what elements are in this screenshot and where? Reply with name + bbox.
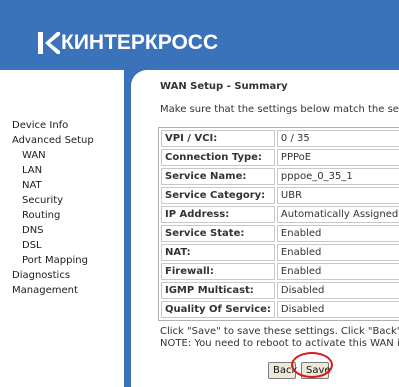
- main-panel: WAN Setup - Summary Make sure that the s…: [131, 70, 399, 387]
- row-value: Disabled: [276, 282, 399, 299]
- row-label: NAT:: [161, 244, 275, 261]
- table-row: VPI / VCI: 0 / 35: [161, 130, 399, 147]
- logo-mark-icon: [38, 32, 60, 54]
- row-label: IGMP Multicast:: [161, 282, 275, 299]
- row-value: 0 / 35: [276, 130, 399, 147]
- instructions-note: Click "Save" to save these settings. Cli…: [160, 326, 399, 350]
- row-label: Service State:: [161, 225, 275, 242]
- nav-diagnostics[interactable]: Diagnostics: [12, 269, 70, 283]
- summary-table: VPI / VCI: 0 / 35 Connection Type: PPPoE…: [158, 127, 399, 321]
- row-value: UBR: [276, 187, 399, 204]
- row-value: PPPoE: [276, 149, 399, 166]
- table-row: IP Address: Automatically Assigned: [161, 206, 399, 223]
- table-row: NAT: Enabled: [161, 244, 399, 261]
- nav-device-info[interactable]: Device Info: [12, 119, 68, 133]
- row-label: Service Name:: [161, 168, 275, 185]
- brand-logo: КИНТЕРКРОСС: [38, 32, 218, 54]
- table-row: Service Category: UBR: [161, 187, 399, 204]
- sidebar: Device Info Advanced Setup WAN LAN NAT S…: [0, 70, 124, 387]
- table-row: Connection Type: PPPoE: [161, 149, 399, 166]
- row-label: Firewall:: [161, 263, 275, 280]
- table-row: Quality Of Service: Disabled: [161, 301, 399, 318]
- row-value: Automatically Assigned: [276, 206, 399, 223]
- row-label: Service Category:: [161, 187, 275, 204]
- save-button[interactable]: Save: [301, 362, 331, 379]
- table-row: Service Name: pppoe_0_35_1: [161, 168, 399, 185]
- table-row: Firewall: Enabled: [161, 263, 399, 280]
- note-line: Click "Save" to save these settings. Cli…: [160, 326, 399, 337]
- nav-lan[interactable]: LAN: [22, 164, 42, 178]
- nav-port-mapping[interactable]: Port Mapping: [22, 254, 88, 268]
- nav-wan[interactable]: WAN: [22, 149, 46, 163]
- table-row: IGMP Multicast: Disabled: [161, 282, 399, 299]
- header-band: КИНТЕРКРОСС: [0, 0, 399, 70]
- row-value: Disabled: [276, 301, 399, 318]
- back-button[interactable]: Back: [268, 362, 297, 379]
- row-label: IP Address:: [161, 206, 275, 223]
- page-title: WAN Setup - Summary: [160, 81, 288, 92]
- table-row: Service State: Enabled: [161, 225, 399, 242]
- nav-nat[interactable]: NAT: [22, 179, 42, 193]
- nav-security[interactable]: Security: [22, 194, 63, 208]
- intro-text: Make sure that the settings below match …: [160, 104, 399, 115]
- row-label: Quality Of Service:: [161, 301, 275, 318]
- brand-name: КИНТЕРКРОСС: [61, 31, 219, 54]
- row-value: Enabled: [276, 225, 399, 242]
- row-value: Enabled: [276, 263, 399, 280]
- note-line: NOTE: You need to reboot to activate thi…: [160, 338, 399, 349]
- row-value: Enabled: [276, 244, 399, 261]
- row-value: pppoe_0_35_1: [276, 168, 399, 185]
- row-label: VPI / VCI:: [161, 130, 275, 147]
- nav-advanced-setup[interactable]: Advanced Setup: [12, 134, 94, 148]
- nav-routing[interactable]: Routing: [22, 209, 60, 223]
- row-label: Connection Type:: [161, 149, 275, 166]
- nav-dsl[interactable]: DSL: [22, 239, 42, 253]
- nav-management[interactable]: Management: [12, 284, 78, 298]
- nav-dns[interactable]: DNS: [22, 224, 44, 238]
